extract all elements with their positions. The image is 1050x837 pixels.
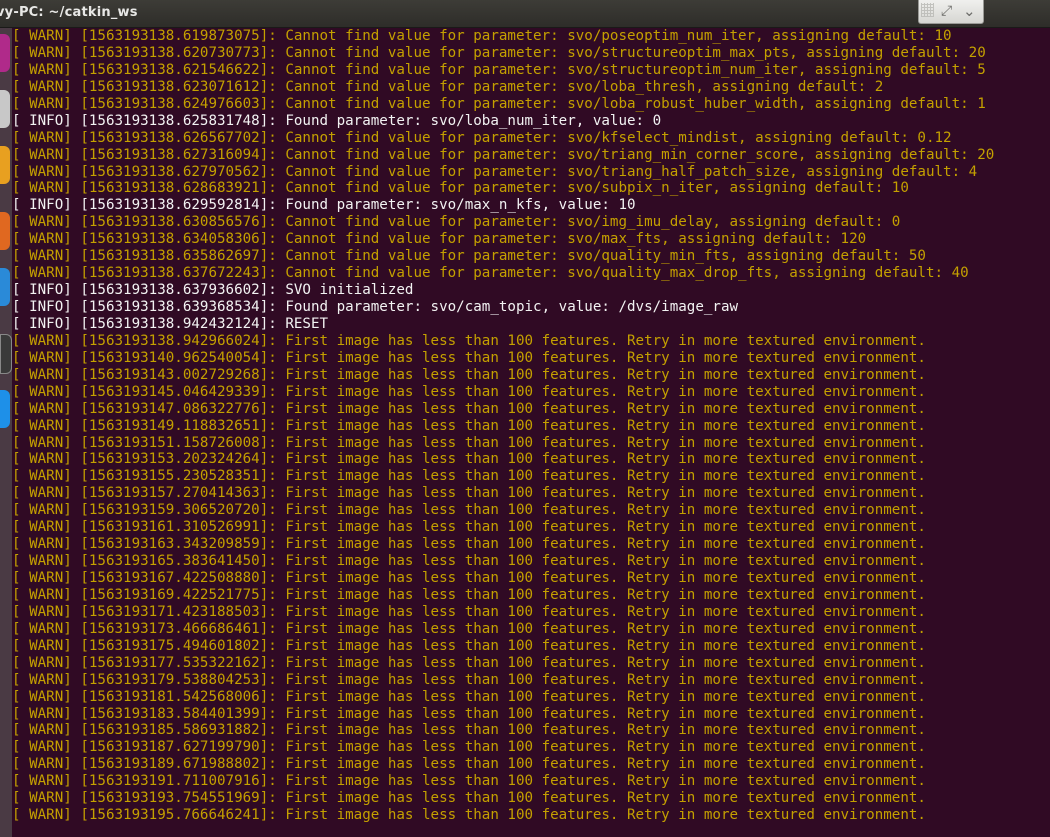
terminal-line: [ WARN] [1563193138.624976603]: Cannot f… (12, 95, 986, 112)
terminal-line: [ WARN] [1563193138.630856576]: Cannot f… (12, 214, 901, 231)
terminal-line: [ INFO] [1563193138.625831748]: Found pa… (12, 112, 662, 129)
launcher-app-icon[interactable] (0, 146, 10, 184)
terminal-line: [ WARN] [1563193159.306520720]: First im… (12, 502, 926, 519)
terminal-line: [ INFO] [1563193138.639368534]: Found pa… (12, 299, 739, 315)
chevron-down-icon[interactable]: ⌄ (963, 3, 976, 19)
terminal-line: [ WARN] [1563193163.343209859]: First im… (12, 536, 926, 553)
terminal-line: [ WARN] [1563193138.621546622]: Cannot f… (12, 61, 986, 78)
terminal-line: [ INFO] [1563193138.637936602]: SVO init… (12, 282, 414, 299)
terminal-line: [ WARN] [1563193153.202324264]: First im… (12, 451, 926, 468)
terminal-line: [ WARN] [1563193138.623071612]: Cannot f… (12, 78, 884, 95)
terminal-line: [ WARN] [1563193171.423188503]: First im… (12, 603, 926, 620)
window-titlebar[interactable]: vy-PC: ~/catkin_ws ⤢ ⌄ (0, 0, 1050, 28)
terminal-line: [ WARN] [1563193149.118832651]: First im… (12, 417, 926, 434)
terminal-line: [ WARN] [1563193185.586931882]: First im… (12, 722, 926, 739)
terminal-line: [ WARN] [1563193138.626567702]: Cannot f… (12, 129, 952, 146)
terminal-line: [ WARN] [1563193181.542568006]: First im… (12, 688, 926, 705)
terminal-line: [ INFO] [1563193138.629592814]: Found pa… (12, 197, 636, 214)
restore-icon[interactable]: ⤢ (941, 3, 952, 19)
terminal-line: [ WARN] [1563193143.002729268]: First im… (12, 366, 926, 383)
terminal-line: [ WARN] [1563193138.942966024]: First im… (12, 332, 926, 349)
terminal-line: [ WARN] [1563193140.962540054]: First im… (12, 349, 926, 366)
terminal-line: [ WARN] [1563193175.494601802]: First im… (12, 637, 926, 654)
terminal-line: [ WARN] [1563193191.711007916]: First im… (12, 773, 926, 790)
terminal-line: [ WARN] [1563193169.422521775]: First im… (12, 586, 926, 603)
terminal-line: [ WARN] [1563193183.584401399]: First im… (12, 705, 926, 722)
launcher-app-icon[interactable] (0, 268, 10, 306)
terminal-line: [ WARN] [1563193165.383641450]: First im… (12, 553, 926, 570)
unity-launcher (0, 28, 12, 837)
terminal-line: [ WARN] [1563193173.466686461]: First im… (12, 620, 926, 637)
terminal-output[interactable]: [ WARN] [1563193138.619873075]: Cannot f… (12, 28, 1050, 837)
terminal-line: [ WARN] [1563193147.086322776]: First im… (12, 400, 926, 417)
terminal-line: [ WARN] [1563193161.310526991]: First im… (12, 519, 926, 536)
resize-icon[interactable] (921, 3, 934, 17)
terminal-line: [ WARN] [1563193189.671988802]: First im… (12, 756, 926, 773)
terminal-line: [ WARN] [1563193157.270414363]: First im… (12, 485, 926, 502)
terminal-line: [ WARN] [1563193138.635862697]: Cannot f… (12, 248, 926, 265)
launcher-app-icon[interactable] (0, 34, 10, 72)
terminal-line: [ WARN] [1563193138.620730773]: Cannot f… (12, 44, 986, 61)
launcher-app-icon[interactable] (0, 90, 10, 128)
terminal-line: [ WARN] [1563193138.637672243]: Cannot f… (12, 265, 969, 282)
window-controls[interactable]: ⤢ ⌄ (918, 0, 984, 24)
terminal-line: [ WARN] [1563193187.627199790]: First im… (12, 739, 926, 756)
terminal-line: [ WARN] [1563193195.766646241]: First im… (12, 807, 926, 824)
terminal-line: [ WARN] [1563193177.535322162]: First im… (12, 654, 926, 671)
terminal-line: [ INFO] [1563193138.942432124]: RESET (12, 315, 329, 332)
terminal-line: [ WARN] [1563193145.046429339]: First im… (12, 383, 926, 400)
terminal-line: [ WARN] [1563193179.538804253]: First im… (12, 671, 926, 688)
terminal-line: [ WARN] [1563193151.158726008]: First im… (12, 434, 926, 451)
terminal-line: [ WARN] [1563193138.628683921]: Cannot f… (12, 180, 909, 197)
launcher-app-icon[interactable] (0, 212, 10, 250)
terminal-line: [ WARN] [1563193138.634058306]: Cannot f… (12, 231, 867, 248)
terminal-line: [ WARN] [1563193155.230528351]: First im… (12, 468, 926, 485)
terminal-line: [ WARN] [1563193138.627970562]: Cannot f… (12, 163, 978, 180)
terminal-line: [ WARN] [1563193193.754551969]: First im… (12, 790, 926, 807)
launcher-app-icon[interactable] (0, 390, 10, 428)
terminal-line: [ WARN] [1563193167.422508880]: First im… (12, 570, 926, 586)
terminal-line: [ WARN] [1563193138.619873075]: Cannot f… (12, 28, 952, 44)
terminal-line: [ WARN] [1563193138.627316094]: Cannot f… (12, 146, 995, 163)
window-title: vy-PC: ~/catkin_ws (0, 5, 138, 20)
launcher-terminal-icon[interactable] (0, 334, 12, 374)
